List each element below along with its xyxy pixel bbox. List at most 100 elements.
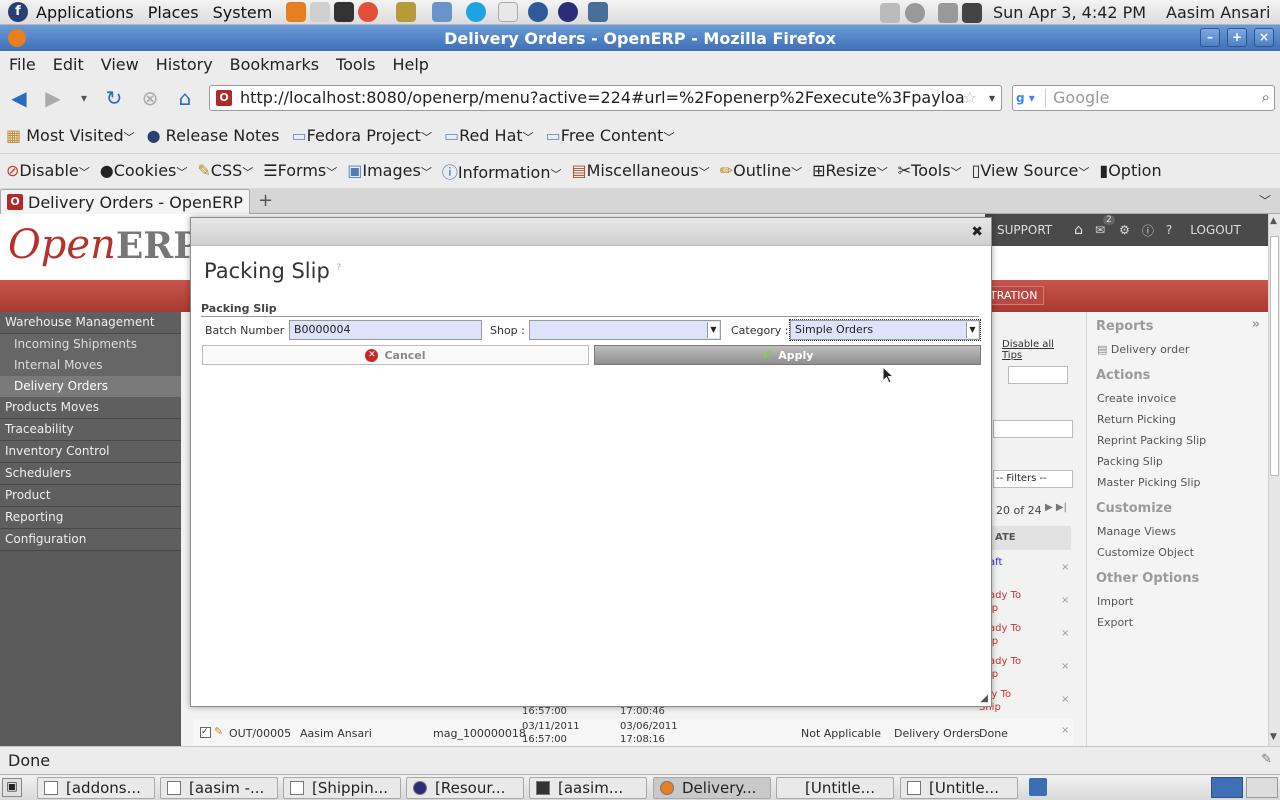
stop-icon[interactable]: ⊗: [138, 86, 162, 110]
table-row[interactable]: ✓ ✎ OUT/00005 Aasim Ansari mag_100000018…: [193, 719, 1073, 746]
places-menu[interactable]: Places: [148, 3, 199, 22]
apply-button[interactable]: ✔ Apply: [594, 345, 981, 365]
workspace-switcher-active[interactable]: [1211, 777, 1243, 798]
category-select[interactable]: Simple Orders ▼: [789, 319, 981, 341]
action-create-invoice[interactable]: Create invoice: [1087, 389, 1268, 410]
sidebar-item-reporting[interactable]: Reporting: [0, 507, 181, 529]
action-master-picking-slip[interactable]: Master Picking Slip: [1087, 473, 1268, 494]
delete-row-icon[interactable]: ×: [1061, 725, 1069, 736]
dev-view-source[interactable]: ▯View Source﹀: [972, 161, 1090, 180]
terminal-launcher-icon[interactable]: [334, 2, 355, 22]
dialog-titlebar[interactable]: ✖: [191, 218, 991, 246]
clock[interactable]: Sun Apr 3, 4:42 PM: [993, 3, 1146, 22]
action-reprint-packing-slip[interactable]: Reprint Packing Slip: [1087, 431, 1268, 452]
network-status-icon[interactable]: [962, 3, 982, 23]
volume-icon[interactable]: [880, 3, 900, 23]
taskbar-window-delivery[interactable]: Delivery...: [653, 777, 771, 799]
gimp-launcher-icon[interactable]: [396, 2, 417, 22]
tab-delivery-orders[interactable]: O Delivery Orders - OpenERP: [0, 189, 250, 214]
help-tooltip-icon[interactable]: ?: [336, 263, 341, 273]
taskbar-window-aasim-2[interactable]: [aasim...: [529, 777, 647, 799]
sidebar-item-warehouse-management[interactable]: Warehouse Management: [0, 312, 181, 334]
forward-arrow-icon[interactable]: ▶: [41, 86, 65, 110]
report-delivery-order[interactable]: ▤ Delivery order: [1087, 340, 1268, 361]
search-engine-icon[interactable]: g ▾: [1016, 89, 1046, 107]
dev-forms[interactable]: ☰Forms﹀: [263, 161, 337, 180]
home-nav-icon[interactable]: ⌂: [1074, 222, 1083, 238]
delete-row-icon[interactable]: ×: [1061, 694, 1069, 705]
network-launcher-icon[interactable]: [528, 2, 549, 22]
firefox-launcher-icon[interactable]: [286, 2, 307, 22]
customize-manage-views[interactable]: Manage Views: [1087, 522, 1268, 543]
logout-link[interactable]: LOGOUT: [1190, 223, 1241, 237]
bookmark-star-icon[interactable]: ☆: [963, 86, 977, 110]
delete-row-icon[interactable]: ×: [1061, 628, 1069, 639]
edit-pencil-icon[interactable]: ✎: [214, 725, 223, 738]
close-window-button[interactable]: ×: [1254, 28, 1274, 47]
minimize-button[interactable]: –: [1200, 28, 1220, 47]
new-tab-plus-icon[interactable]: +: [258, 190, 273, 211]
search-box[interactable]: g ▾ Google ⌕: [1012, 85, 1275, 111]
menu-history[interactable]: History: [156, 55, 213, 74]
help-icon[interactable]: ?: [1166, 223, 1172, 237]
dev-miscellaneous[interactable]: ▤Miscellaneous﹀: [571, 161, 709, 180]
reload-icon[interactable]: ↻: [102, 86, 126, 110]
menu-view[interactable]: View: [101, 55, 139, 74]
other-import[interactable]: Import: [1087, 592, 1268, 613]
action-return-picking[interactable]: Return Picking: [1087, 410, 1268, 431]
action-packing-slip[interactable]: Packing Slip: [1087, 452, 1268, 473]
tab-list-chevron-icon[interactable]: ﹀: [1259, 192, 1271, 209]
skype-launcher-icon[interactable]: [466, 2, 487, 22]
customize-object[interactable]: Customize Object: [1087, 543, 1268, 564]
delete-row-icon[interactable]: ×: [1061, 562, 1069, 573]
sidebar-item-incoming-shipments[interactable]: Incoming Shipments: [0, 334, 181, 355]
search-icon[interactable]: ⌕: [1262, 88, 1270, 106]
editor-launcher-icon[interactable]: [498, 2, 519, 22]
dev-resize[interactable]: ⊞Resize﹀: [812, 161, 888, 180]
taskbar-window-untitled-2[interactable]: [Untitle...: [900, 777, 1018, 799]
batch-number-field[interactable]: B0000004: [289, 320, 482, 340]
eclipse-launcher-icon[interactable]: [558, 2, 579, 22]
view-switch-icons[interactable]: [1008, 366, 1068, 384]
dev-information[interactable]: ⓘInformation﹀: [442, 159, 562, 183]
sidebar-item-traceability[interactable]: Traceability: [0, 419, 181, 441]
taskbar-window-resources[interactable]: [Resour...: [406, 777, 524, 799]
dev-disable[interactable]: ⊘Disable﹀: [6, 161, 90, 180]
user-menu[interactable]: Aasim Ansari: [1166, 3, 1270, 22]
delete-row-icon[interactable]: ×: [1061, 595, 1069, 606]
power-icon[interactable]: [905, 3, 925, 23]
close-dialog-icon[interactable]: ✖: [971, 224, 983, 240]
history-dropdown-icon[interactable]: ▾: [72, 86, 96, 110]
chevron-down-icon[interactable]: ▼: [966, 322, 978, 338]
menu-tools[interactable]: Tools: [336, 55, 375, 74]
back-arrow-icon[interactable]: ◀: [7, 86, 31, 110]
dev-outline[interactable]: ✏Outline﹀: [720, 161, 802, 180]
scroll-thumb[interactable]: [1270, 236, 1279, 476]
support-link[interactable]: SUPPORT: [997, 223, 1052, 237]
home-icon[interactable]: ⌂: [173, 86, 197, 110]
other-export[interactable]: Export: [1087, 613, 1268, 634]
scroll-up-icon[interactable]: ▲: [1270, 216, 1277, 226]
filters-select[interactable]: -- Filters --: [993, 470, 1073, 488]
chevron-down-icon[interactable]: ▼: [707, 322, 719, 338]
collapse-sidebar-icon[interactable]: »: [1252, 317, 1260, 332]
url-bar[interactable]: O http://localhost:8080/openerp/menu?act…: [209, 85, 1002, 111]
workspace-icon[interactable]: [1029, 778, 1047, 796]
postgres-launcher-icon[interactable]: [588, 2, 609, 22]
row-checkbox[interactable]: ✓: [200, 727, 211, 738]
resize-grip-icon[interactable]: ◢: [980, 693, 988, 704]
virtualbox-launcher-icon[interactable]: [432, 2, 453, 22]
preferences-gear-icon[interactable]: ⚙: [1119, 223, 1130, 237]
disable-tips-link[interactable]: Disable all Tips: [1002, 339, 1073, 361]
dev-css[interactable]: ✎CSS﹀: [197, 161, 253, 180]
dev-tools[interactable]: ✂Tools﹀: [898, 161, 962, 180]
sidebar-item-delivery-orders[interactable]: Delivery Orders: [0, 376, 181, 397]
sidebar-item-product[interactable]: Product: [0, 485, 181, 507]
system-menu[interactable]: System: [213, 3, 273, 22]
url-dropdown-icon[interactable]: ▾: [989, 86, 995, 110]
sidebar-item-schedulers[interactable]: Schedulers: [0, 463, 181, 485]
cancel-button[interactable]: ✕ Cancel: [202, 345, 589, 365]
chrome-launcher-icon[interactable]: [358, 2, 379, 22]
bookmark-most-visited[interactable]: ▦ Most Visited﹀: [6, 126, 135, 145]
menu-file[interactable]: File: [9, 55, 36, 74]
